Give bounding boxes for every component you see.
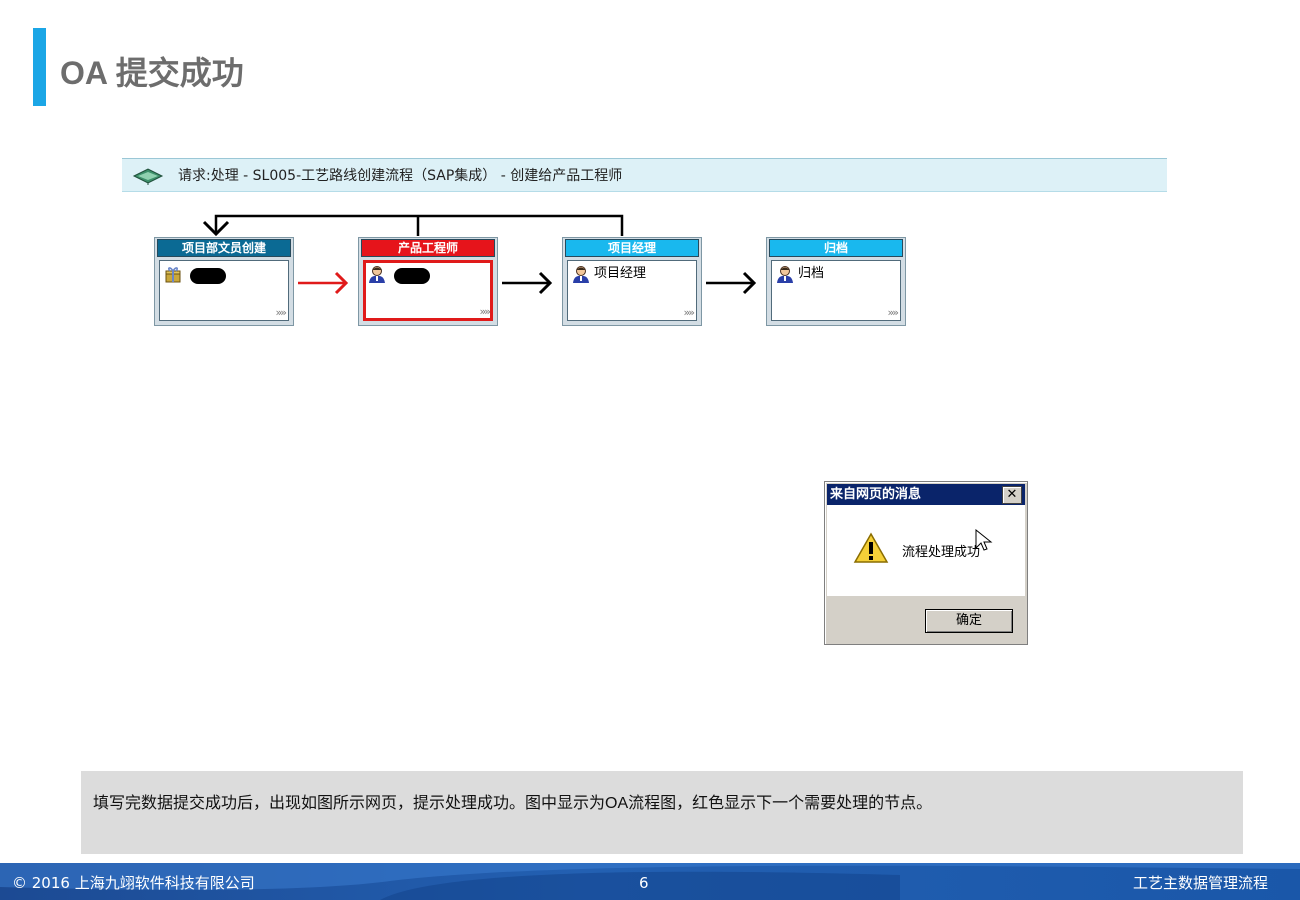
workflow-node-assignee: 项目经理 <box>594 266 647 281</box>
workflow-node-project-manager[interactable]: 项目经理 项目经理 »» <box>562 237 702 326</box>
arrow-2-head <box>538 271 553 295</box>
workflow-connectors <box>202 214 757 295</box>
footer-copyright: © 2016 上海九翊软件科技有限公司 <box>12 874 255 892</box>
caption-box: 填写完数据提交成功后，出现如图所示网页，提示处理成功。图中显示为OA流程图，红色… <box>81 771 1243 854</box>
title-accent-bar <box>33 28 46 106</box>
mouse-cursor-icon <box>975 529 993 551</box>
footer-bar: © 2016 上海九翊软件科技有限公司 6 工艺主数据管理流程 <box>0 863 1300 900</box>
arrow-3-head <box>742 271 757 295</box>
person-icon <box>369 266 385 283</box>
workflow-node-creator[interactable]: 项目部文员创建 »» <box>154 237 294 326</box>
workflow-node-body: »» <box>363 260 493 321</box>
return-path-line <box>214 214 624 236</box>
warning-icon <box>853 532 889 563</box>
workflow-node-product-engineer[interactable]: 产品工程师 »» <box>358 237 498 326</box>
dialog-title: 来自网页的消息 <box>830 487 922 502</box>
request-title: 请求:处理 - SL005-工艺路线创建流程（SAP集成） - 创建给产品工程师 <box>178 168 623 184</box>
more-chevrons-icon[interactable]: »» <box>480 305 492 318</box>
workflow-node-archive[interactable]: 归档 归档 »» <box>766 237 906 326</box>
more-chevrons-icon[interactable]: »» <box>888 306 900 319</box>
message-dialog: 来自网页的消息 ✕ 流程处理成功 确定 <box>824 481 1028 645</box>
dialog-titlebar[interactable]: 来自网页的消息 ✕ <box>827 484 1025 505</box>
more-chevrons-icon[interactable]: »» <box>684 306 696 319</box>
footer-doc-title: 工艺主数据管理流程 <box>1132 874 1268 892</box>
workflow-node-title: 项目经理 <box>565 239 699 257</box>
workflow-node-title: 归档 <box>769 239 903 257</box>
workflow-node-body: »» <box>159 260 289 321</box>
redacted-assignee <box>190 268 226 284</box>
workflow-node-body: 项目经理 »» <box>567 260 697 321</box>
more-chevrons-icon[interactable]: »» <box>276 306 288 319</box>
arrow-1-head <box>334 271 349 295</box>
page-number: 6 <box>639 874 649 892</box>
dialog-message: 流程处理成功 <box>902 545 981 560</box>
gift-box-icon <box>165 267 181 283</box>
workflow-node-assignee: 归档 <box>798 266 825 281</box>
workflow-node-body: 归档 »» <box>771 260 901 321</box>
caption-text: 填写完数据提交成功后，出现如图所示网页，提示处理成功。图中显示为OA流程图，红色… <box>93 795 933 812</box>
request-bar: 请求:处理 - SL005-工艺路线创建流程（SAP集成） - 创建给产品工程师 <box>122 158 1167 192</box>
dialog-content: 流程处理成功 <box>827 505 1025 596</box>
workflow-node-title: 项目部文员创建 <box>157 239 291 257</box>
close-icon[interactable]: ✕ <box>1002 486 1022 504</box>
redacted-assignee <box>394 268 430 284</box>
ok-button[interactable]: 确定 <box>925 609 1013 633</box>
workflow-node-title: 产品工程师 <box>361 239 495 257</box>
person-icon <box>573 266 589 283</box>
page-title: OA 提交成功 <box>60 55 244 91</box>
person-icon <box>777 266 793 283</box>
return-arrowhead <box>202 220 230 237</box>
network-hub-icon <box>132 168 164 185</box>
